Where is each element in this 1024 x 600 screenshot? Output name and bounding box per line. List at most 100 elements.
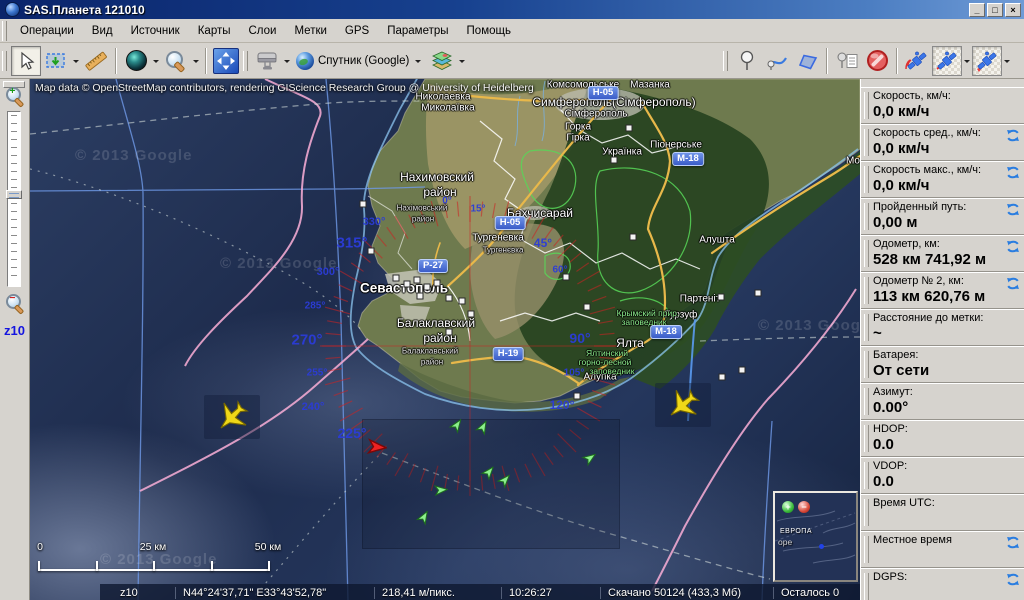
menu-item-8[interactable]: Помощь: [458, 22, 520, 40]
rect-selection-button[interactable]: [41, 46, 71, 76]
layers-dropdown[interactable]: [457, 47, 467, 75]
poi-marker[interactable]: [360, 201, 367, 208]
search-dropdown[interactable]: [191, 47, 201, 75]
vessel-marker[interactable]: [435, 483, 448, 497]
hide-marks-button[interactable]: [862, 46, 892, 76]
map-place-label: Піонерське: [650, 140, 702, 151]
title-bar[interactable]: SAS.Планета 121010 _□×: [0, 0, 1024, 19]
poi-marker[interactable]: [611, 157, 618, 164]
poi-marker[interactable]: [739, 367, 746, 374]
menu-item-7[interactable]: Параметры: [378, 22, 457, 40]
gps-position-marker[interactable]: [368, 437, 387, 457]
gps-follow-dropdown[interactable]: [962, 47, 972, 75]
poi-marker[interactable]: [417, 293, 424, 300]
go-to-dropdown[interactable]: [151, 47, 161, 75]
map-source-dropdown[interactable]: [413, 47, 423, 75]
poi-marker[interactable]: [630, 234, 637, 241]
select-cursor-button[interactable]: [11, 46, 41, 76]
vessel-marker[interactable]: [477, 420, 490, 434]
rect-selection-dropdown[interactable]: [71, 47, 81, 75]
refresh-icon[interactable]: [1006, 166, 1020, 179]
poi-marker[interactable]: [424, 284, 431, 291]
gps-follow-button[interactable]: [932, 46, 962, 76]
poi-marker[interactable]: [563, 274, 570, 281]
google-watermark: © 2013 Google: [100, 551, 217, 568]
fullscreen-button[interactable]: [211, 46, 241, 76]
toolbar-grip[interactable]: [2, 21, 7, 41]
menu-item-0[interactable]: Операции: [11, 22, 83, 40]
poi-marker[interactable]: [719, 374, 726, 381]
menu-item-5[interactable]: Метки: [285, 22, 335, 40]
poi-marker[interactable]: [574, 393, 581, 400]
search-button[interactable]: [161, 46, 191, 76]
refresh-icon[interactable]: [1006, 536, 1020, 549]
zoom-slider[interactable]: [7, 111, 21, 287]
close-button[interactable]: ×: [1005, 3, 1021, 17]
poi-marker[interactable]: [434, 280, 441, 287]
poi-marker[interactable]: [718, 294, 725, 301]
cache-download-button[interactable]: [252, 46, 282, 76]
toolbar-grip[interactable]: [723, 51, 728, 71]
poi-marker[interactable]: [446, 295, 453, 302]
refresh-icon[interactable]: [1006, 277, 1020, 290]
vessel-marker[interactable]: [418, 510, 431, 524]
bearing-label: 105°: [564, 368, 585, 379]
refresh-icon[interactable]: [1006, 573, 1020, 586]
gps-field-label: Время UTC:: [873, 497, 1020, 509]
menu-item-3[interactable]: Карты: [189, 22, 240, 40]
road-badge: Н-05: [495, 216, 526, 230]
map-source-button[interactable]: Спутник (Google): [292, 45, 427, 77]
refresh-icon[interactable]: [1006, 129, 1020, 142]
poi-marker[interactable]: [446, 329, 453, 336]
vessel-marker[interactable]: [483, 465, 496, 479]
toolbar-grip[interactable]: [2, 51, 7, 71]
main-toolbar: Спутник (Google): [0, 43, 1024, 79]
ruler-button[interactable]: [81, 46, 111, 76]
vessel-marker[interactable]: [499, 473, 512, 487]
toolbar-grip[interactable]: [243, 51, 248, 71]
add-route-button[interactable]: [762, 46, 792, 76]
poi-marker[interactable]: [368, 248, 375, 255]
gps-connect-button[interactable]: [902, 46, 932, 76]
poi-marker[interactable]: [459, 298, 466, 305]
overview-minimap[interactable]: ЕВРОПАоре+−: [773, 491, 858, 582]
zoom-slider-thumb[interactable]: [6, 190, 22, 199]
poi-marker[interactable]: [626, 125, 633, 132]
menu-item-2[interactable]: Источник: [122, 22, 189, 40]
map-viewport[interactable]: Map data © OpenStreetMap contributors, r…: [30, 79, 860, 600]
menu-item-1[interactable]: Вид: [83, 22, 122, 40]
vessel-marker[interactable]: [451, 418, 464, 432]
poi-marker[interactable]: [404, 281, 411, 288]
fullscreen-icon: [213, 48, 239, 74]
layers-button[interactable]: [427, 46, 457, 76]
minimize-button[interactable]: _: [969, 3, 985, 17]
map-source-globe-icon: [296, 52, 314, 70]
gps-track-dropdown[interactable]: [1002, 47, 1012, 75]
aircraft-marker[interactable]: [655, 383, 711, 427]
zoom-out-button[interactable]: −: [6, 294, 24, 312]
gps-track-button[interactable]: [972, 46, 1002, 76]
go-to-button[interactable]: [121, 46, 151, 76]
poi-marker[interactable]: [393, 275, 400, 282]
selection-rectangle[interactable]: [362, 419, 620, 549]
poi-marker[interactable]: [755, 290, 762, 297]
gps-info-panel: Скорость, км/ч:0,0 км/чСкорость сред., к…: [860, 79, 1024, 600]
poi-marker[interactable]: [584, 304, 591, 311]
menu-item-4[interactable]: Слои: [240, 22, 286, 40]
minimap-zoom-in-button[interactable]: +: [782, 501, 794, 513]
add-polygon-button[interactable]: [792, 46, 822, 76]
poi-marker[interactable]: [414, 277, 421, 284]
aircraft-marker[interactable]: [204, 395, 260, 439]
zoom-in-button[interactable]: +: [6, 87, 24, 105]
poi-marker[interactable]: [468, 311, 475, 318]
refresh-icon[interactable]: [1006, 203, 1020, 216]
maximize-button[interactable]: □: [987, 3, 1003, 17]
cache-download-dropdown[interactable]: [282, 47, 292, 75]
refresh-icon[interactable]: [1006, 240, 1020, 253]
add-placemark-button[interactable]: [732, 46, 762, 76]
minimap-zoom-out-button[interactable]: −: [798, 501, 810, 513]
placemark-list-button[interactable]: [832, 46, 862, 76]
bearing-label: 45°: [534, 236, 552, 250]
vessel-marker[interactable]: [584, 451, 597, 465]
menu-item-6[interactable]: GPS: [336, 22, 378, 40]
